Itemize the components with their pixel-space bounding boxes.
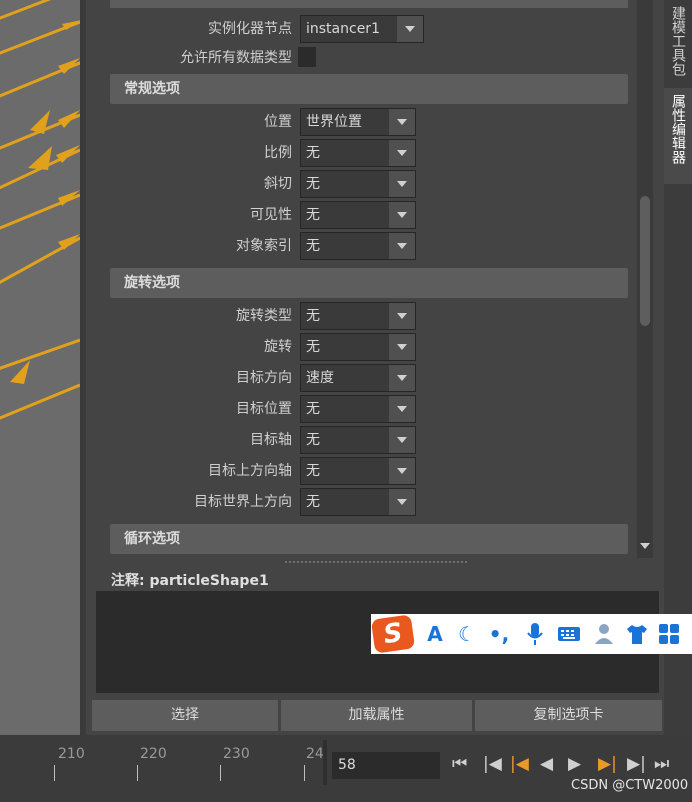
current-frame-field[interactable]: 58 (332, 752, 440, 779)
timeline-tick-label: 24 (306, 746, 324, 762)
allow-all-types-checkbox[interactable] (298, 47, 316, 67)
step-forward-frame-icon[interactable]: ▶| (627, 754, 646, 774)
tab-modeling-toolkit[interactable]: 建模工具包 (664, 0, 692, 80)
keyboard-icon[interactable] (557, 622, 581, 646)
option-label: 斜切 (264, 176, 292, 192)
option-label: 目标轴 (250, 432, 292, 448)
copy-tab-button[interactable]: 复制选项卡 (475, 700, 662, 731)
option-value: 无 (301, 303, 390, 329)
option-value: 无 (301, 140, 390, 166)
option-label: 目标位置 (236, 401, 292, 417)
scrollbar-thumb[interactable] (640, 196, 650, 326)
grid-icon[interactable] (657, 622, 681, 646)
option-dropdown[interactable]: 无 (300, 488, 416, 516)
tab-attribute-editor[interactable]: 属性编辑器 (664, 88, 692, 184)
play-forwards-icon[interactable]: ▶ (568, 754, 581, 774)
chevron-down-icon (389, 365, 415, 391)
option-dropdown[interactable]: 世界位置 (300, 108, 416, 136)
ime-toolbar: S A ☾ •, (370, 614, 692, 654)
scroll-down-arrow-icon[interactable] (640, 543, 650, 549)
chevron-down-icon (389, 109, 415, 135)
timeline-end-divider (323, 740, 327, 785)
timeline-tick (304, 765, 305, 781)
chevron-down-icon (389, 303, 415, 329)
moon-icon[interactable]: ☾ (455, 622, 479, 646)
allow-all-types-label: 允许所有数据类型 (180, 50, 292, 66)
option-label: 可见性 (250, 207, 292, 223)
option-label: 目标上方向轴 (208, 463, 292, 479)
option-dropdown[interactable]: 无 (300, 457, 416, 485)
chevron-down-icon (389, 396, 415, 422)
attribute-scroll-area: 实例化器节点 instancer1 允许所有数据类型 常规选项 位置 世界位置 比例… (100, 0, 637, 558)
timeline-tick-label: 230 (223, 746, 250, 762)
chevron-down-icon (389, 233, 415, 259)
notes-label: 注释: particleShape1 (111, 573, 269, 589)
shirt-icon[interactable] (625, 622, 649, 646)
option-value: 无 (301, 427, 390, 453)
option-dropdown[interactable]: 无 (300, 333, 416, 361)
option-dropdown[interactable]: 无 (300, 139, 416, 167)
microphone-icon[interactable] (523, 622, 547, 646)
option-label: 位置 (264, 114, 292, 130)
option-value: 无 (301, 458, 390, 484)
section-general-header[interactable]: 常规选项 (110, 74, 628, 104)
option-value: 无 (301, 396, 390, 422)
step-back-key-icon[interactable]: |◀ (510, 754, 529, 774)
instancer-node-value: instancer1 (301, 16, 398, 42)
option-dropdown[interactable]: 速度 (300, 364, 416, 392)
option-value: 世界位置 (301, 109, 390, 135)
option-value: 无 (301, 233, 390, 259)
timeline-tick (54, 765, 55, 781)
panel-divider-handle[interactable] (285, 561, 467, 565)
section-rotation-header[interactable]: 旋转选项 (110, 268, 628, 298)
viewport-panel[interactable] (0, 0, 80, 735)
option-value: 无 (301, 171, 390, 197)
option-label: 目标方向 (236, 370, 292, 386)
timeline-tick (137, 765, 138, 781)
option-value: 速度 (301, 365, 390, 391)
watermark: CSDN @CTW2000 (571, 778, 689, 793)
collapsed-section-edge (110, 0, 628, 8)
punctuation-icon[interactable]: •, (487, 622, 511, 646)
option-value: 无 (301, 489, 390, 515)
option-dropdown[interactable]: 无 (300, 232, 416, 260)
option-label: 旋转类型 (236, 308, 292, 324)
option-dropdown[interactable]: 无 (300, 395, 416, 423)
chevron-down-icon (389, 489, 415, 515)
instancer-node-label: 实例化器节点 (208, 21, 292, 37)
input-mode-icon[interactable]: A (423, 622, 447, 646)
step-back-frame-icon[interactable]: |◀ (483, 754, 502, 774)
option-label: 对象索引 (236, 238, 292, 254)
timeline-tick-label: 210 (58, 746, 85, 762)
chevron-down-icon (389, 458, 415, 484)
chevron-down-icon (389, 171, 415, 197)
option-label: 比例 (264, 145, 292, 161)
timeline-tick-label: 220 (140, 746, 167, 762)
chevron-down-icon (397, 16, 423, 42)
arrow-instances (0, 0, 80, 420)
option-dropdown[interactable]: 无 (300, 201, 416, 229)
chevron-down-icon (389, 427, 415, 453)
option-dropdown[interactable]: 无 (300, 302, 416, 330)
option-dropdown[interactable]: 无 (300, 170, 416, 198)
instancer-node-dropdown[interactable]: instancer1 (300, 15, 424, 43)
user-icon[interactable] (593, 622, 617, 646)
sogou-logo-icon[interactable]: S (370, 614, 416, 654)
option-value: 无 (301, 334, 390, 360)
go-to-end-icon[interactable]: ⏭ (654, 754, 669, 774)
section-cycle-header[interactable]: 循环选项 (110, 524, 628, 554)
option-label: 旋转 (264, 339, 292, 355)
chevron-down-icon (389, 140, 415, 166)
select-button[interactable]: 选择 (92, 700, 278, 731)
option-value: 无 (301, 202, 390, 228)
load-attributes-button[interactable]: 加载属性 (281, 700, 472, 731)
timeline-tick (220, 765, 221, 781)
step-forward-key-icon[interactable]: ▶| (598, 754, 617, 774)
play-backwards-icon[interactable]: ◀ (540, 754, 553, 774)
chevron-down-icon (389, 334, 415, 360)
option-dropdown[interactable]: 无 (300, 426, 416, 454)
option-label: 目标世界上方向 (194, 494, 292, 510)
chevron-down-icon (389, 202, 415, 228)
go-to-start-icon[interactable]: ⏮ (452, 754, 467, 774)
